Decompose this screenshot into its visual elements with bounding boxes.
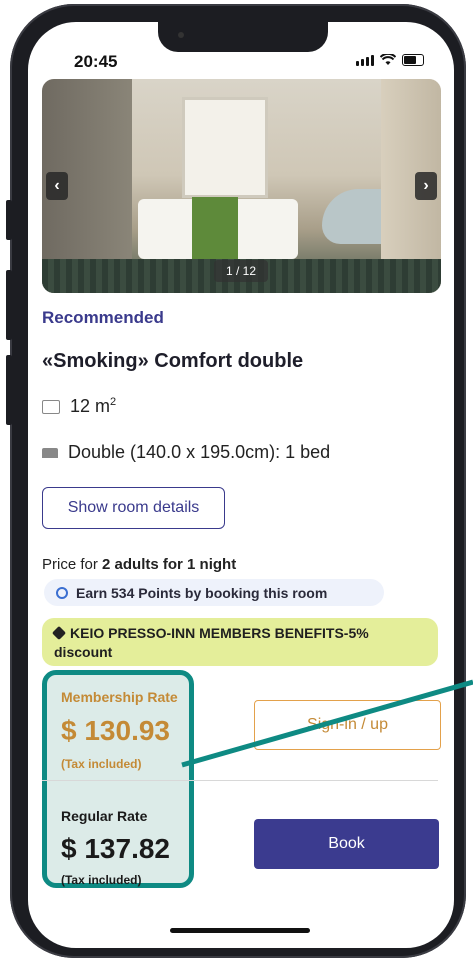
photo-counter: 1 / 12 [214,260,268,282]
signal-icon [356,55,374,66]
room-size-row: 12 m2 [42,396,116,417]
sign-in-button[interactable]: Sign-in / up [254,700,441,750]
membership-tax-note: (Tax included) [61,757,142,771]
price-for-text: Price for 2 adults for 1 night [42,556,237,573]
divider [42,780,438,781]
membership-rate-label: Membership Rate [61,689,178,705]
bed-info: Double (140.0 x 195.0cm): 1 bed [68,442,331,462]
room-size: 12 m2 [70,396,117,416]
medal-icon [56,586,68,599]
phone-side-button [6,200,12,240]
regular-rate-price: $ 137.82 [61,833,170,864]
chevron-right-icon[interactable]: › [415,172,437,200]
room-photo-carousel[interactable]: ‹ › 1 / 12 [42,79,441,293]
rate-highlight-box: Membership Rate $ 130.93 (Tax included) … [42,670,194,888]
app-screen: 20:45 ‹ › 1 / 12 Recommended «Smoking» C… [28,22,454,948]
bed-icon [42,447,58,458]
tag-icon [51,625,67,641]
membership-rate-price: $ 130.93 [61,715,170,746]
points-badge: Earn 534 Points by booking this room [44,579,384,606]
area-icon [42,399,60,414]
status-time: 20:45 [74,52,118,71]
bed-row: Double (140.0 x 195.0cm): 1 bed [42,442,330,463]
room-name: «Smoking» Comfort double [42,350,304,372]
members-benefit-banner: KEIO PRESSO-INN MEMBERS BENEFITS-5% disc… [42,618,438,666]
battery-icon [402,54,424,66]
chevron-left-icon[interactable]: ‹ [46,172,68,200]
recommended-label: Recommended [42,308,164,327]
phone-notch [158,22,328,52]
status-icons [356,54,424,66]
book-button[interactable]: Book [254,819,439,869]
show-room-details-button[interactable]: Show room details [42,487,225,529]
wifi-icon [380,54,396,65]
phone-volume-down [6,355,12,425]
phone-volume-up [6,270,12,340]
regular-tax-note: (Tax included) [61,873,142,887]
home-indicator [170,928,310,933]
regular-rate-label: Regular Rate [61,808,148,824]
